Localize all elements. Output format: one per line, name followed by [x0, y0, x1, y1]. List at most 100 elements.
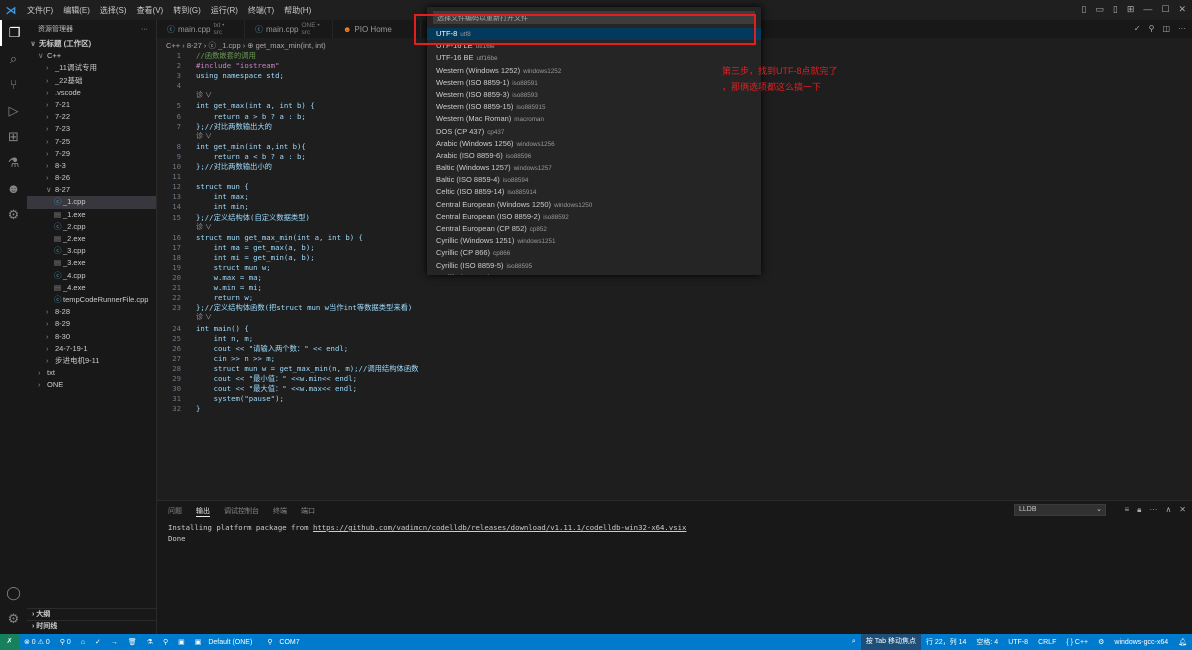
manage-gear-icon[interactable]: ⚙ [0, 606, 27, 632]
split-editor-icon[interactable]: ◫ [1162, 24, 1170, 33]
tree-item[interactable]: ⓒ _2.cpp [27, 221, 156, 233]
extensions-icon[interactable]: ⊞ [0, 124, 27, 150]
source-control-icon[interactable]: ⑂ [0, 72, 27, 98]
indentation[interactable]: 空格: 4 [976, 637, 998, 647]
encoding-option[interactable]: Western (Mac Roman) macroman [427, 113, 761, 125]
tree-item[interactable]: › txt [27, 367, 156, 379]
layout-sidebar-icon[interactable]: ▯ [1081, 4, 1086, 15]
serial-plug-icon[interactable]: ⚲ [163, 638, 168, 646]
menu-item[interactable]: 运行(R) [211, 5, 238, 16]
maximize-panel-icon[interactable]: ∧ [1165, 505, 1171, 515]
encoding[interactable]: UTF-8 [1008, 639, 1028, 646]
cursor-position[interactable]: 行 22，列 14 [926, 637, 966, 647]
platform-config[interactable]: windows-gcc-x64 [1114, 639, 1168, 646]
menu-item[interactable]: 选择(S) [100, 5, 127, 16]
close-panel-icon[interactable]: ✕ [1179, 505, 1186, 515]
pio-icon[interactable]: ⚲ [1149, 24, 1155, 33]
codelens[interactable]: 诊 ∨ [196, 91, 212, 101]
encoding-option[interactable]: UTF-16 BE utf16be [427, 52, 761, 64]
panel-tab[interactable]: 终端 [273, 506, 287, 517]
menu-item[interactable]: 转到(G) [173, 5, 201, 16]
env-selector[interactable]: ▣ Default (ONE) [195, 638, 258, 646]
encoding-option[interactable]: Western (ISO 8859-15) iso885915 [427, 101, 761, 113]
tree-item[interactable]: › _22基础 [27, 75, 156, 87]
tree-item[interactable]: ▤ _4.exe [27, 282, 156, 294]
encoding-option[interactable]: Cyrillic (KOI8-R)koi8r [427, 272, 761, 275]
clean-trash-icon[interactable]: 🗑︎ [128, 638, 137, 646]
tree-item[interactable]: ⓒ tempCodeRunnerFile.cpp [27, 294, 156, 306]
encoding-option[interactable]: Western (Windows 1252) windows1252 [427, 65, 761, 77]
tree-item[interactable]: ∨ C++ [27, 50, 156, 62]
menu-item[interactable]: 文件(F) [27, 5, 53, 16]
panel-tab[interactable]: 端口 [301, 506, 315, 517]
encoding-option[interactable]: Cyrillic (CP 866) cp866 [427, 247, 761, 259]
tree-item[interactable]: › 7-21 [27, 99, 156, 111]
tree-item[interactable]: › 24-7-19-1 [27, 343, 156, 355]
encoding-option[interactable]: Western (ISO 8859-3) iso88593 [427, 89, 761, 101]
tree-item[interactable]: › 8-3 [27, 160, 156, 172]
remote-icon[interactable]: ✗ [0, 634, 19, 650]
port-selector[interactable]: ⚲ COM7 [267, 638, 304, 646]
panel-tab[interactable]: 输出 [196, 506, 210, 517]
download-link[interactable]: https://github.com/vadimcn/codelldb/rele… [313, 523, 686, 532]
tree-item[interactable]: › 7-29 [27, 148, 156, 160]
tree-item[interactable]: ▤ _3.exe [27, 257, 156, 269]
editor-tab[interactable]: ⓒ main.cpp ONE • src [245, 20, 333, 38]
account-icon[interactable]: ◯ [0, 580, 27, 606]
outline-section[interactable]: › 大纲 [27, 608, 157, 620]
menu-item[interactable]: 查看(V) [137, 5, 164, 16]
codelens[interactable]: 诊 ∨ [196, 223, 212, 233]
encoding-option[interactable]: Cyrillic (Windows 1251) windows1251 [427, 235, 761, 247]
terminal-icon[interactable]: ▣ [178, 638, 185, 646]
tree-item[interactable]: › 8-30 [27, 331, 156, 343]
tree-item[interactable]: › _11调试专用 [27, 62, 156, 74]
tree-item[interactable]: › 7-23 [27, 123, 156, 135]
more-actions-icon[interactable]: ··· [141, 26, 148, 33]
tree-item[interactable]: › 8-28 [27, 306, 156, 318]
remote-explorer-icon[interactable]: ⚙ [0, 202, 27, 228]
line-ending[interactable]: CRLF [1038, 639, 1056, 646]
notifications-bell-icon[interactable]: 🔔︎ [1178, 638, 1187, 646]
tree-item[interactable]: ▤ _1.exe [27, 209, 156, 221]
codelens[interactable]: 诊 ∨ [196, 132, 212, 142]
more-icon[interactable]: ··· [1149, 505, 1157, 515]
encoding-option[interactable]: Cyrillic (ISO 8859-5) iso88595 [427, 260, 761, 272]
menu-item[interactable]: 编辑(E) [63, 5, 90, 16]
encoding-option[interactable]: Central European (Windows 1250) windows12… [427, 199, 761, 211]
encoding-option[interactable]: Baltic (Windows 1257) windows1257 [427, 162, 761, 174]
tree-item[interactable]: › 步进电机9-11 [27, 355, 156, 367]
editor-tab[interactable]: ☻ PIO Home [333, 20, 421, 38]
tab-focus-mode[interactable]: 按 Tab 移动焦点 [860, 634, 921, 650]
test-flask-icon[interactable]: ⚗ [147, 638, 153, 646]
encoding-option[interactable]: Arabic (Windows 1256) windows1256 [427, 138, 761, 150]
tree-item[interactable]: › 8-29 [27, 318, 156, 330]
filter-list-icon[interactable]: ≡ [1125, 505, 1130, 515]
platformio-icon[interactable]: ☻ [0, 176, 27, 202]
explorer-icon[interactable]: ❐ [0, 20, 27, 46]
encoding-option[interactable]: Western (ISO 8859-1) iso88591 [427, 77, 761, 89]
upload-arrow-icon[interactable]: → [111, 639, 118, 646]
customize-layout-icon[interactable]: ⊞ [1127, 4, 1135, 15]
codelens[interactable]: 诊 ∨ [196, 313, 212, 323]
output-channel-select[interactable]: LLDB ⌄ [1014, 504, 1106, 516]
tree-item[interactable]: ⓒ _4.cpp [27, 270, 156, 282]
tree-item[interactable]: › 7-22 [27, 111, 156, 123]
search-icon[interactable]: ⌕ [0, 46, 27, 72]
gear-icon[interactable]: ⚙ [1098, 638, 1104, 646]
encoding-option[interactable]: Central European (ISO 8859-2) iso88592 [427, 211, 761, 223]
timeline-section[interactable]: › 时间线 [27, 620, 157, 632]
tree-item[interactable]: › 8-26 [27, 172, 156, 184]
run-debug-icon[interactable]: ▷ [0, 98, 27, 124]
tree-item[interactable]: ⓒ _3.cpp [27, 245, 156, 257]
layout-panel-icon[interactable]: ▭ [1095, 4, 1104, 15]
layout-secondary-icon[interactable]: ▯ [1113, 4, 1118, 15]
language-mode[interactable]: { } C++ [1066, 639, 1088, 646]
tree-item[interactable]: › 7-25 [27, 136, 156, 148]
problems-status[interactable]: ⊗ 0 ⚠ 0 [24, 638, 50, 646]
editor-tab[interactable]: ⓒ main.cpp txt • src [157, 20, 245, 38]
workspace-root[interactable]: ∨ 无标题 (工作区) [27, 38, 156, 50]
tree-item[interactable]: ⓒ _1.cpp [27, 196, 156, 209]
encoding-option[interactable]: Arabic (ISO 8859-6) iso88596 [427, 150, 761, 162]
run-icon[interactable]: ✓ [1134, 24, 1141, 33]
build-check-icon[interactable]: ✓ [95, 638, 101, 646]
